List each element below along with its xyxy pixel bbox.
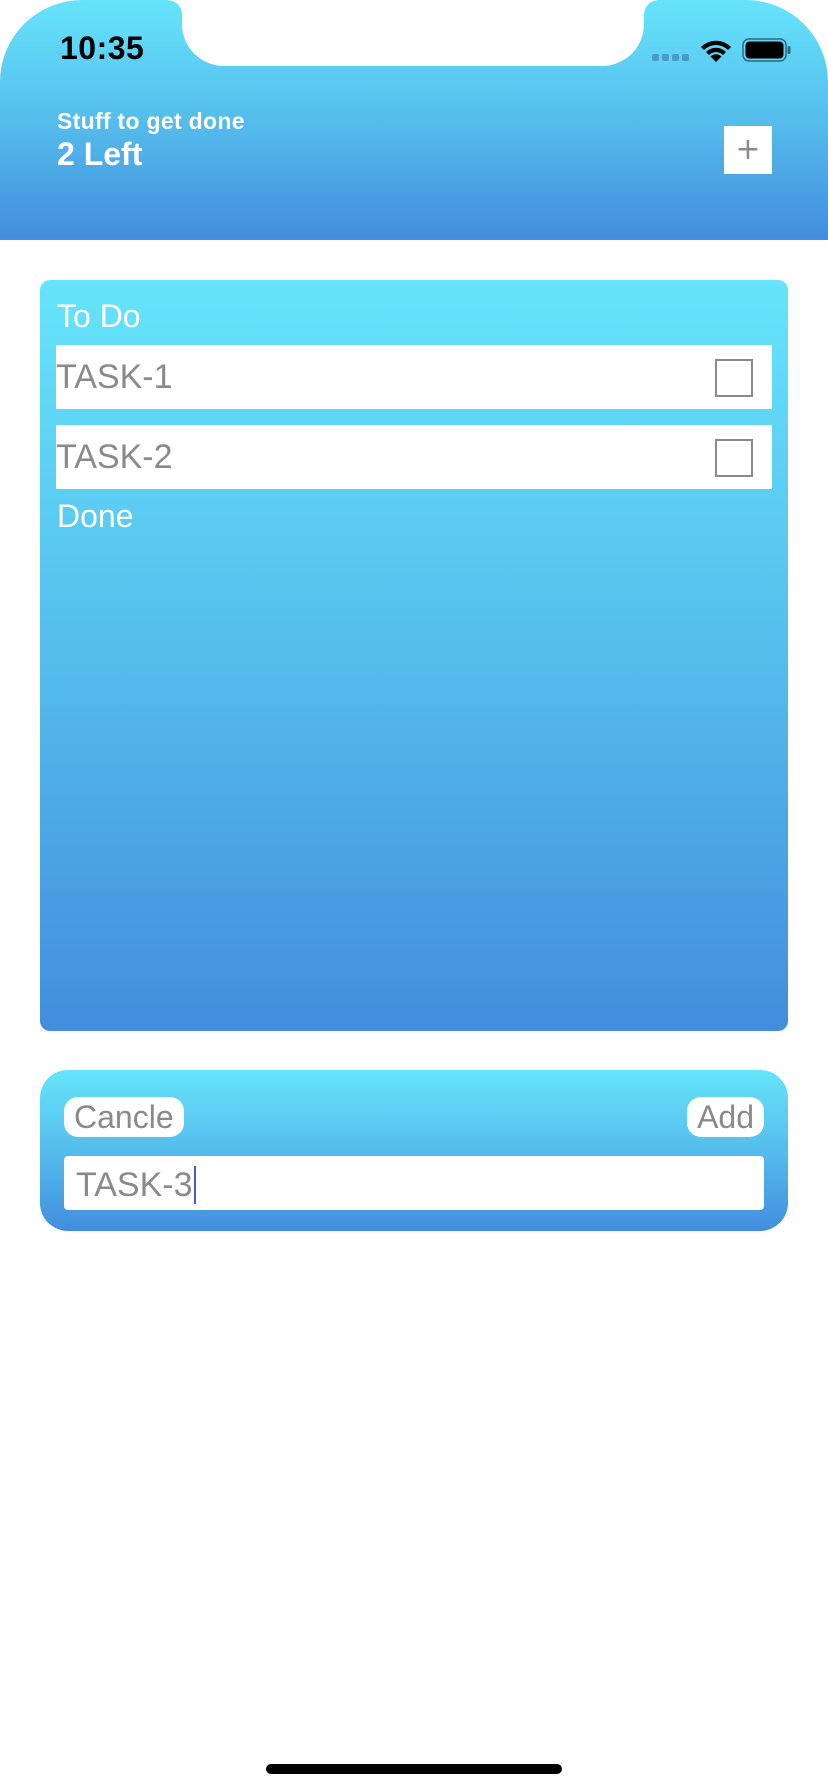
add-task-toggle-button[interactable]: + bbox=[724, 126, 772, 174]
add-button[interactable]: Add bbox=[687, 1097, 764, 1137]
text-caret bbox=[193, 1166, 196, 1205]
home-indicator[interactable] bbox=[266, 1764, 562, 1774]
todo-item-label: TASK-2 bbox=[56, 438, 173, 476]
todo-item-checkbox[interactable] bbox=[715, 439, 753, 477]
add-task-panel: Cancle Add TASK-3 bbox=[40, 1070, 788, 1231]
todo-item-label: TASK-1 bbox=[56, 358, 173, 396]
cancel-button[interactable]: Cancle bbox=[64, 1097, 184, 1137]
new-task-input-value: TASK-3 bbox=[76, 1166, 196, 1205]
status-time: 10:35 bbox=[60, 30, 145, 66]
remaining-count-title: 2 Left bbox=[57, 136, 143, 172]
done-section-heading: Done bbox=[57, 498, 134, 534]
header: 10:35 Stuff to get done 2 Left + bbox=[0, 0, 828, 240]
todo-item-checkbox[interactable] bbox=[715, 359, 753, 397]
device-notch bbox=[168, 0, 658, 66]
wifi-icon bbox=[701, 40, 731, 62]
new-task-input-text: TASK-3 bbox=[76, 1166, 193, 1204]
todo-item[interactable]: TASK-2 bbox=[56, 425, 772, 489]
header-subtitle: Stuff to get done bbox=[57, 108, 245, 134]
task-list-card: To Do TASK-1 TASK-2 Done bbox=[40, 280, 788, 1031]
battery-icon bbox=[742, 38, 791, 62]
todo-item[interactable]: TASK-1 bbox=[56, 345, 772, 409]
new-task-input[interactable]: TASK-3 bbox=[64, 1156, 764, 1210]
signal-icon bbox=[652, 54, 689, 61]
app-screen: 10:35 Stuff to get done 2 Left + To Do T… bbox=[0, 0, 828, 1792]
todo-section-heading: To Do bbox=[57, 298, 141, 334]
